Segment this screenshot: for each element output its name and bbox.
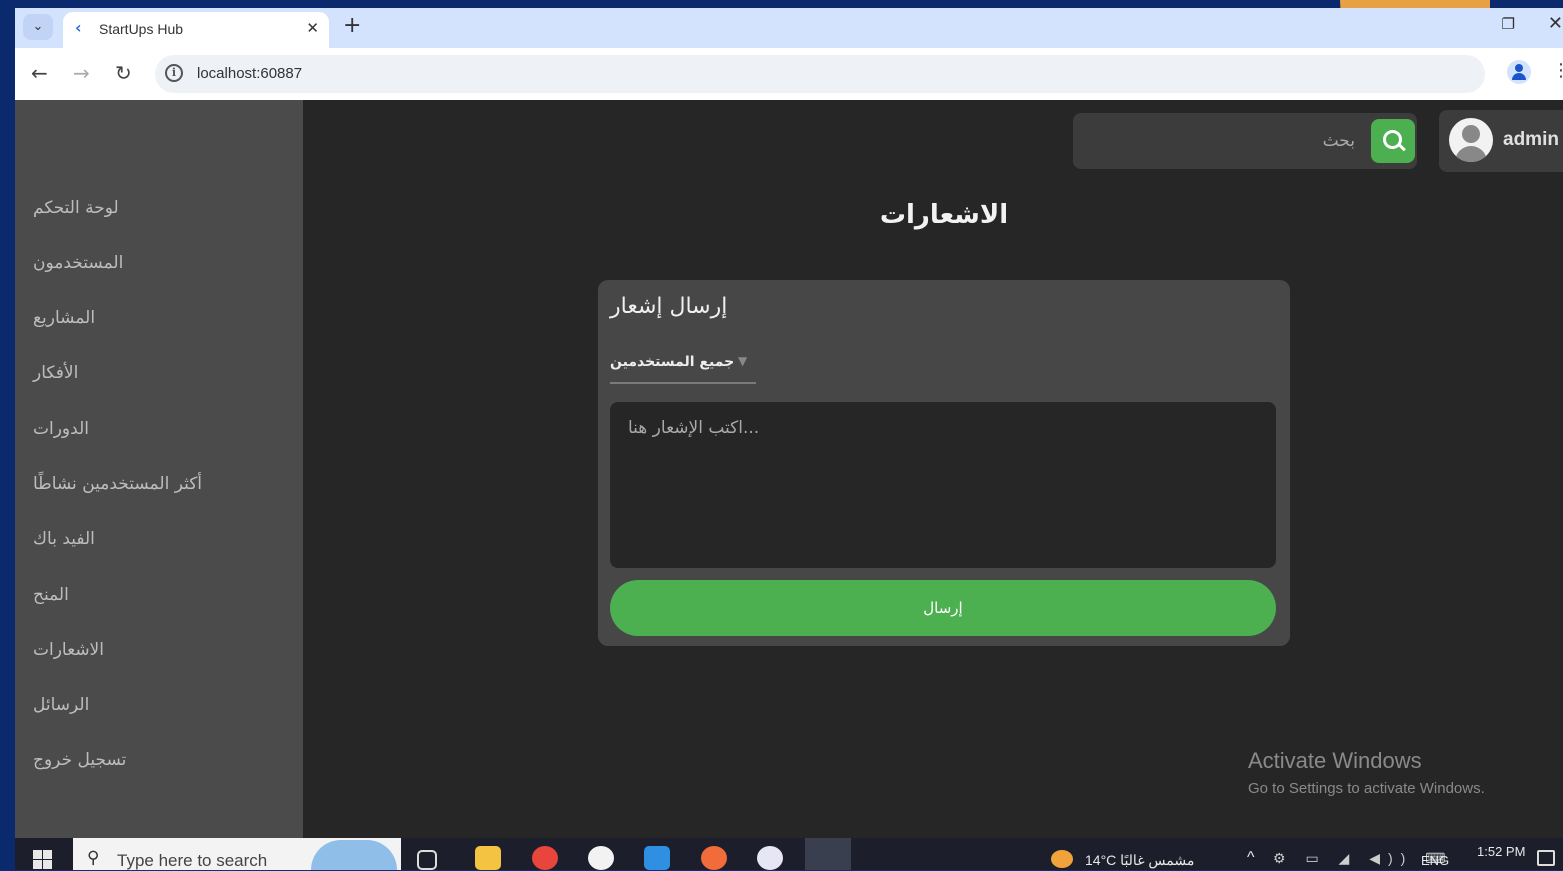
tray-chevron-up-icon[interactable]: ^ <box>1247 849 1255 867</box>
search-button[interactable] <box>1371 119 1415 163</box>
sidebar-item-grants[interactable]: المنح <box>33 585 69 605</box>
reload-icon[interactable]: ↻ <box>115 61 132 85</box>
sidebar-item-courses[interactable]: الدورات <box>33 419 89 439</box>
notifications-icon[interactable] <box>1537 850 1555 866</box>
sidebar-item-logout[interactable]: تسجيل خروج <box>33 750 126 770</box>
sidebar-item-dashboard[interactable]: لوحة التحكم <box>33 198 119 218</box>
search-input[interactable] <box>1073 113 1369 169</box>
sidebar-item-notifications[interactable]: الاشعارات <box>33 640 104 660</box>
card-title: إرسال إشعار <box>610 294 728 319</box>
chevron-down-icon: ▼ <box>738 354 748 368</box>
app-window: لوحة التحكم المستخدمون المشاريع الأفكار … <box>15 100 1563 838</box>
sidebar-item-messages[interactable]: الرسائل <box>33 695 89 715</box>
user-menu[interactable]: admin <box>1439 110 1563 172</box>
taskbar: ⚲ Type here to search 14°C مشمس غالبًا ^… <box>15 838 1563 870</box>
sidebar-item-users[interactable]: المستخدمون <box>33 253 123 273</box>
watermark-title: Activate Windows <box>1248 748 1422 773</box>
weather-text[interactable]: 14°C مشمس غالبًا <box>1085 852 1194 869</box>
forward-arrow-icon[interactable]: → <box>73 61 90 85</box>
window-restore-icon[interactable]: ❐ <box>1502 15 1515 33</box>
tab-search-chevron-icon[interactable]: ⌄ <box>23 14 53 40</box>
browser-toolbar: ← → ↻ i localhost:60887 ⋮ <box>15 48 1563 100</box>
window-close-icon[interactable]: ✕ <box>1548 13 1563 34</box>
avatar <box>1449 118 1493 162</box>
send-button[interactable]: إرسال <box>610 580 1276 636</box>
watermark-subtitle: Go to Settings to activate Windows. <box>1248 780 1485 797</box>
browser-tab-bar: ⌄ ‹ StartUps Hub ✕ + ❐ ✕ <box>15 8 1563 48</box>
address-bar[interactable]: i localhost:60887 <box>155 55 1485 93</box>
chrome-icon[interactable] <box>532 846 558 870</box>
mongodb-icon[interactable] <box>588 846 614 870</box>
address-url[interactable]: localhost:60887 <box>197 65 302 82</box>
recipient-selected-value: جميع المستخدمين <box>610 354 735 370</box>
send-notification-card: إرسال إشعار جميع المستخدمين ▼ إرسال <box>598 280 1290 646</box>
file-explorer-icon[interactable] <box>475 846 501 870</box>
windows-start-icon[interactable] <box>33 850 53 870</box>
recipient-select[interactable]: جميع المستخدمين ▼ <box>610 352 756 384</box>
sidebar-item-most-active-users[interactable]: أكثر المستخدمين نشاطًا <box>33 474 202 494</box>
profile-icon[interactable] <box>1507 60 1531 84</box>
sidebar-item-projects[interactable]: المشاريع <box>33 308 95 328</box>
search-bar <box>1073 113 1417 169</box>
username: admin <box>1503 129 1559 150</box>
vscode-icon[interactable] <box>644 846 670 870</box>
taskbar-search-placeholder: Type here to search <box>117 851 268 870</box>
app-icon[interactable] <box>757 846 783 870</box>
sidebar-item-feedback[interactable]: الفيد باك <box>33 529 95 549</box>
new-tab-plus-icon[interactable]: + <box>343 13 361 38</box>
language-indicator[interactable]: ENG <box>1421 853 1449 868</box>
taskbar-search[interactable]: ⚲ Type here to search <box>73 838 401 870</box>
postman-icon[interactable] <box>701 846 727 870</box>
sidebar-item-ideas[interactable]: الأفكار <box>33 363 78 383</box>
notification-message-input[interactable] <box>610 402 1276 568</box>
search-highlight-image <box>311 840 397 870</box>
back-arrow-icon[interactable]: ← <box>31 61 48 85</box>
task-view-icon[interactable] <box>417 850 437 870</box>
sidebar: لوحة التحكم المستخدمون المشاريع الأفكار … <box>15 100 303 838</box>
active-chrome-window-icon[interactable] <box>805 838 851 870</box>
page-title: الاشعارات <box>879 200 1009 230</box>
tab-favicon-icon: ‹ <box>75 18 82 37</box>
site-info-icon[interactable]: i <box>165 64 183 82</box>
browser-menu-kebab-icon[interactable]: ⋮ <box>1552 60 1563 81</box>
desktop-frame: ⌄ ‹ StartUps Hub ✕ + ❐ ✕ ← → ↻ i localho… <box>0 0 1563 870</box>
tab-close-icon[interactable]: ✕ <box>306 19 319 37</box>
browser-tab[interactable]: ‹ StartUps Hub ✕ <box>63 12 329 48</box>
weather-icon[interactable] <box>1051 850 1073 868</box>
clock[interactable]: 1:52 PM <box>1477 844 1525 860</box>
activate-windows-watermark: Activate Windows Go to Settings to activ… <box>1248 748 1485 797</box>
tab-title: StartUps Hub <box>99 21 184 37</box>
search-icon: ⚲ <box>87 848 100 868</box>
